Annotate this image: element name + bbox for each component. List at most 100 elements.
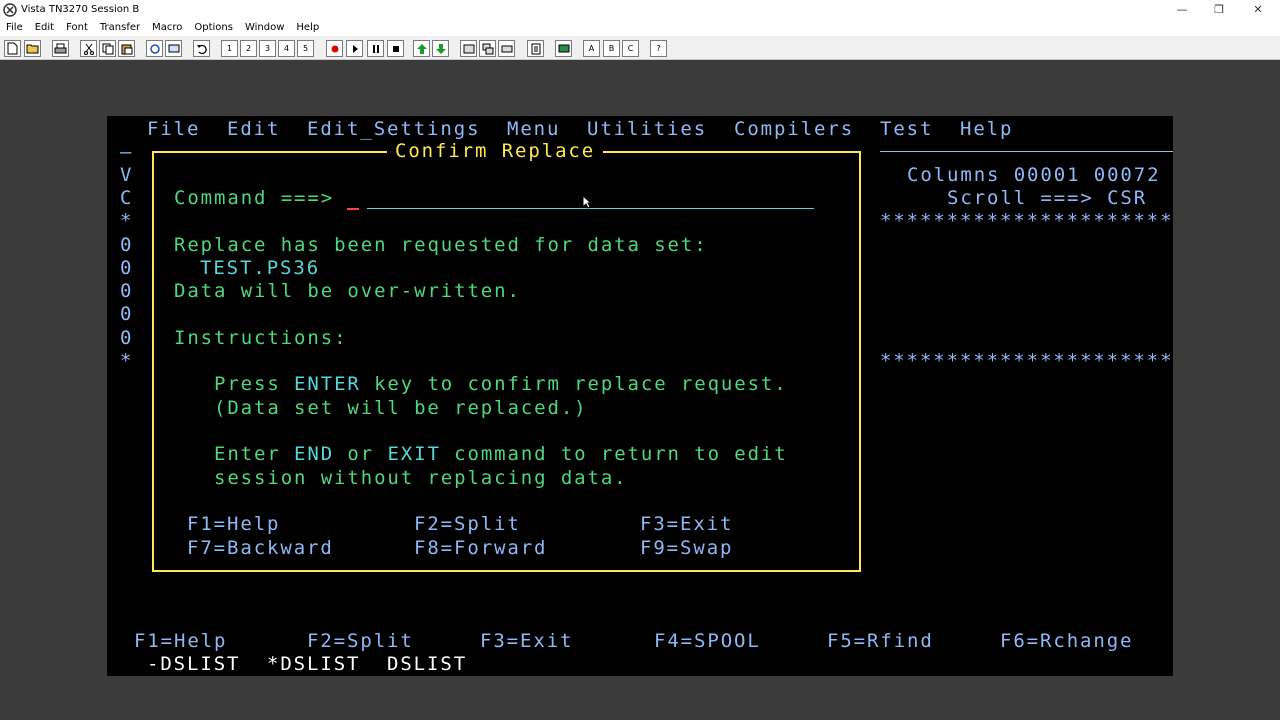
instruction-replaced-line: (Data set will be replaced.) xyxy=(214,397,588,419)
mouse-pointer-icon xyxy=(582,195,592,209)
instruction-session-line: session without replacing data. xyxy=(214,467,628,489)
hotspot-b-button[interactable]: B xyxy=(603,40,620,57)
keyboard-icon[interactable] xyxy=(498,40,515,57)
copy-icon[interactable] xyxy=(99,40,116,57)
screen-tab-2[interactable]: *DSLIST xyxy=(267,653,360,676)
instr-confirm-text: key to confirm replace request. xyxy=(360,373,788,395)
instr-or-text: or xyxy=(334,443,388,465)
ispf-menu-file[interactable]: File xyxy=(147,118,200,141)
session-icon[interactable] xyxy=(460,40,477,57)
close-button[interactable]: ✕ xyxy=(1238,0,1278,19)
play-icon[interactable] xyxy=(346,40,363,57)
help-button[interactable]: ? xyxy=(650,40,667,57)
menu-help[interactable]: Help xyxy=(290,19,325,36)
ispf-menu-help[interactable]: Help xyxy=(960,118,1013,141)
menu-edit[interactable]: Edit xyxy=(29,19,60,36)
ispf-menu-menu[interactable]: Menu xyxy=(507,118,560,141)
pf-key-f3[interactable]: F3=Exit xyxy=(480,630,573,653)
left-col-7: 0 xyxy=(120,303,134,325)
left-col-2: C xyxy=(120,187,134,209)
screen-tab-1[interactable]: -DSLIST xyxy=(147,653,240,676)
open-folder-icon[interactable] xyxy=(24,40,41,57)
left-col-6: 0 xyxy=(120,280,134,302)
left-col-0: — xyxy=(120,141,134,163)
right-divider xyxy=(880,151,1173,152)
cut-icon[interactable] xyxy=(80,40,97,57)
menu-window[interactable]: Window xyxy=(239,19,290,36)
display-icon[interactable] xyxy=(555,40,572,57)
instructions-label: Instructions: xyxy=(174,327,348,349)
settings-icon[interactable] xyxy=(527,40,544,57)
undo-icon[interactable] xyxy=(193,40,210,57)
stop-icon[interactable] xyxy=(387,40,404,57)
print-icon[interactable] xyxy=(52,40,69,57)
left-col-1: V xyxy=(120,164,134,186)
pf-key-f6[interactable]: F6=Rchange xyxy=(1000,630,1133,653)
left-col-5: 0 xyxy=(120,257,134,279)
instruction-enter-line: Press ENTER key to confirm replace reque… xyxy=(214,373,788,396)
title-bar: Vista TN3270 Session B — ❐ ✕ xyxy=(0,0,1280,19)
bottom-of-data-stars: *********************** xyxy=(880,350,1173,372)
dialog-pf8[interactable]: F8=Forward xyxy=(414,537,547,560)
dialog-pf7[interactable]: F7=Backward xyxy=(187,537,334,560)
top-of-data-stars: *********************** xyxy=(880,210,1173,232)
columns-indicator: Columns 00001 00072 xyxy=(907,164,1161,186)
scroll-indicator: Scroll ===> CSR xyxy=(947,187,1148,209)
left-col-4: 0 xyxy=(120,234,134,256)
app-icon xyxy=(3,2,17,17)
restore-button[interactable]: ❐ xyxy=(1199,0,1239,19)
minimize-button[interactable]: — xyxy=(1162,0,1202,19)
ispf-menu-edit[interactable]: Edit xyxy=(227,118,280,141)
menu-transfer[interactable]: Transfer xyxy=(94,19,146,36)
ispf-menu-test[interactable]: Test xyxy=(880,118,933,141)
dialog-title: Confirm Replace xyxy=(387,140,604,163)
text-cursor xyxy=(347,208,359,210)
download-icon[interactable] xyxy=(432,40,449,57)
dataset-name: TEST.PS36 xyxy=(200,257,321,279)
instr-enter-text: Enter xyxy=(214,443,295,465)
command-label: Command ===> xyxy=(174,187,335,209)
confirm-replace-dialog xyxy=(152,151,861,572)
macro-4-button[interactable]: 4 xyxy=(278,40,295,57)
dialog-pf3[interactable]: F3=Exit xyxy=(640,513,733,536)
pf-key-f5[interactable]: F5=Rfind xyxy=(827,630,934,653)
replace-message: Replace has been requested for data set: xyxy=(174,234,708,256)
pause-icon[interactable] xyxy=(367,40,384,57)
menu-macro[interactable]: Macro xyxy=(146,19,188,36)
ispf-menu-compilers[interactable]: Compilers xyxy=(734,118,854,141)
toolbar: 1 2 3 4 5 A B C ? xyxy=(0,36,1280,60)
reconnect-icon[interactable] xyxy=(165,40,182,57)
hotspot-a-button[interactable]: A xyxy=(583,40,600,57)
new-icon[interactable] xyxy=(4,40,21,57)
left-col-3: * xyxy=(120,210,134,232)
enter-key-text: ENTER xyxy=(294,373,361,395)
overwrite-message: Data will be over-written. xyxy=(174,280,521,302)
dialog-pf9[interactable]: F9=Swap xyxy=(640,537,733,560)
hotspot-c-button[interactable]: C xyxy=(622,40,639,57)
sessions-icon[interactable] xyxy=(479,40,496,57)
pf-key-f1[interactable]: F1=Help xyxy=(134,630,227,653)
menu-font[interactable]: Font xyxy=(60,19,94,36)
dialog-pf2[interactable]: F2=Split xyxy=(414,513,521,536)
paste-icon[interactable] xyxy=(118,40,135,57)
pf-key-f4[interactable]: F4=SPOOL xyxy=(654,630,761,653)
menu-bar: File Edit Font Transfer Macro Options Wi… xyxy=(0,19,1280,36)
terminal-screen[interactable]: File Edit Edit_Settings Menu Utilities C… xyxy=(107,116,1173,676)
macro-2-button[interactable]: 2 xyxy=(240,40,257,57)
macro-3-button[interactable]: 3 xyxy=(259,40,276,57)
dialog-pf1[interactable]: F1=Help xyxy=(187,513,280,536)
window-title: Vista TN3270 Session B xyxy=(21,4,140,15)
instr-return-text: command to return to edit xyxy=(440,443,788,465)
instr-press-text: Press xyxy=(214,373,295,395)
pf-key-f2[interactable]: F2=Split xyxy=(307,630,414,653)
menu-file[interactable]: File xyxy=(0,19,29,36)
record-icon[interactable] xyxy=(326,40,343,57)
upload-icon[interactable] xyxy=(413,40,430,57)
macro-5-button[interactable]: 5 xyxy=(297,40,314,57)
refresh-icon[interactable] xyxy=(146,40,163,57)
ispf-menu-utilities[interactable]: Utilities xyxy=(587,118,707,141)
macro-1-button[interactable]: 1 xyxy=(221,40,238,57)
ispf-menu-edit-settings[interactable]: Edit_Settings xyxy=(307,118,480,141)
screen-tab-3[interactable]: DSLIST xyxy=(387,653,467,676)
menu-options[interactable]: Options xyxy=(188,19,239,36)
